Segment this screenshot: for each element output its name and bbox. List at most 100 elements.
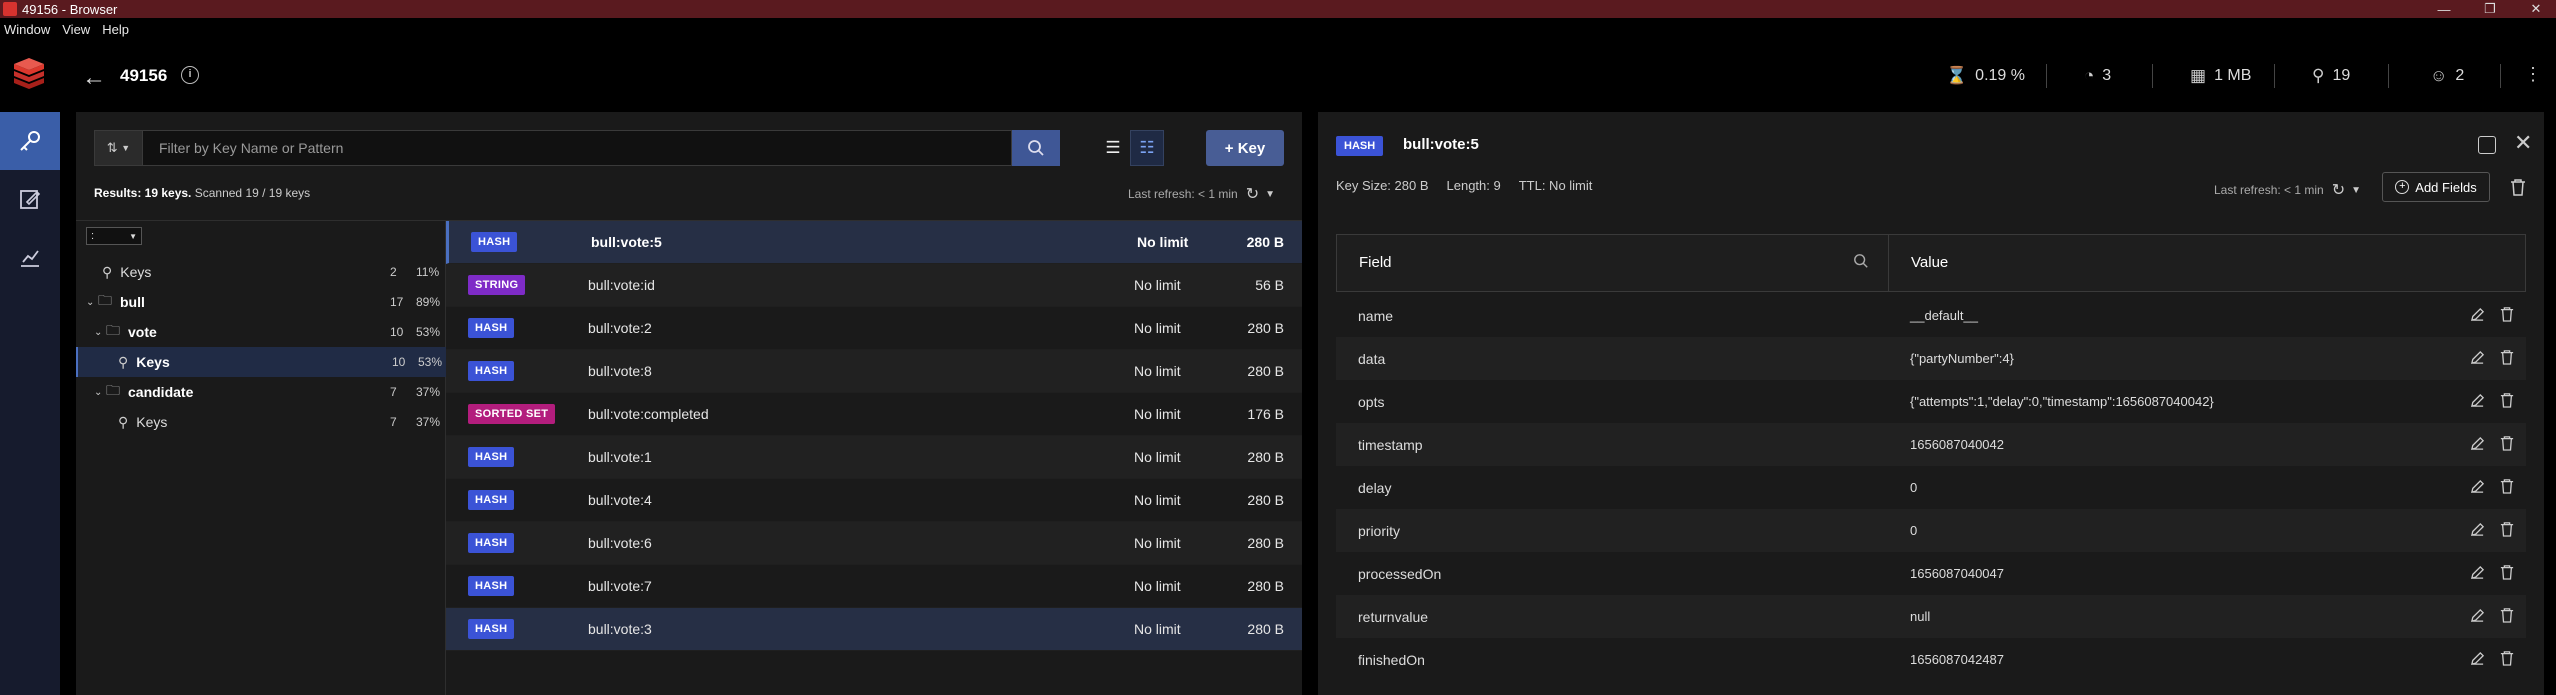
trash-icon[interactable] xyxy=(2500,349,2514,368)
key-meta: Key Size: 280 B Length: 9 TTL: No limit xyxy=(1336,178,1592,193)
key-row[interactable]: SORTED SET bull:vote:completed No limit 176… xyxy=(446,393,1302,436)
tree-item-keys[interactable]: ⚲ Keys 2 11% xyxy=(76,257,446,287)
tree-folder-vote[interactable]: ⌄ 🗀 vote 10 53% xyxy=(76,317,446,347)
folder-icon: 🗀 xyxy=(98,292,112,308)
browser-nav-button[interactable] xyxy=(0,112,60,170)
edit-icon[interactable] xyxy=(2470,479,2485,497)
chevron-down-icon: ⌄ xyxy=(94,386,103,398)
more-options-icon[interactable]: ⋮ xyxy=(2524,64,2542,85)
divider xyxy=(2388,64,2389,88)
edit-icon[interactable] xyxy=(2470,522,2485,540)
minimize-button[interactable]: — xyxy=(2424,0,2464,18)
key-name: bull:vote:7 xyxy=(588,578,652,594)
edit-icon[interactable] xyxy=(2470,608,2485,626)
fullscreen-icon[interactable] xyxy=(2478,136,2496,154)
key-row[interactable]: HASH bull:vote:8 No limit 280 B xyxy=(446,350,1302,393)
key-row[interactable]: HASH bull:vote:5 No limit 280 B xyxy=(446,221,1302,264)
edit-icon[interactable] xyxy=(2470,436,2485,454)
trash-icon[interactable] xyxy=(2500,392,2514,411)
refresh-icon[interactable]: ↻ xyxy=(1246,184,1259,204)
edit-icon[interactable] xyxy=(2470,651,2485,669)
key-row[interactable]: HASH bull:vote:4 No limit 280 B xyxy=(446,479,1302,522)
maximize-button[interactable]: ❐ xyxy=(2470,0,2510,18)
tree-item-candidate-keys[interactable]: ⚲ Keys 7 37% xyxy=(76,407,446,437)
key-ttl: No limit xyxy=(1134,277,1181,293)
key-size: 176 B xyxy=(1247,406,1284,422)
tree-label: Keys xyxy=(136,354,170,370)
last-refresh-text: Last refresh: < 1 min xyxy=(2214,183,2324,197)
refresh-icon[interactable]: ↻ xyxy=(2332,180,2345,200)
tree-folder-candidate[interactable]: ⌄ 🗀 candidate 7 37% xyxy=(76,377,446,407)
ops-stat: ◔ 3 xyxy=(2084,66,2112,85)
field-name: data xyxy=(1358,350,1386,367)
workbench-nav-button[interactable] xyxy=(0,170,60,228)
add-fields-button[interactable]: + Add Fields xyxy=(2382,172,2490,202)
key-row[interactable]: STRING bull:vote:id No limit 56 B xyxy=(446,264,1302,307)
trash-icon[interactable] xyxy=(2500,564,2514,583)
info-icon[interactable]: i xyxy=(181,66,199,84)
side-navigation xyxy=(0,112,60,695)
chevron-down-icon: ▼ xyxy=(129,231,137,241)
tree-item-vote-keys[interactable]: ⚲ Keys 10 53% xyxy=(76,347,446,377)
search-button[interactable] xyxy=(1012,130,1060,166)
value-column-header: Value xyxy=(1911,254,1949,271)
add-key-button[interactable]: + Key xyxy=(1206,130,1284,166)
tree-percent: 53% xyxy=(418,355,443,369)
tree-view-button[interactable]: ☷ xyxy=(1130,130,1164,166)
key-ttl[interactable]: TTL: No limit xyxy=(1519,178,1593,193)
field-value: 1656087040042 xyxy=(1910,437,2004,452)
analysis-nav-button[interactable] xyxy=(0,228,60,286)
trash-icon[interactable] xyxy=(2500,607,2514,626)
trash-icon[interactable] xyxy=(2500,306,2514,325)
trash-icon[interactable] xyxy=(2500,521,2514,540)
key-type-badge: HASH xyxy=(1336,136,1384,156)
key-ttl: No limit xyxy=(1134,578,1181,594)
trash-icon[interactable] xyxy=(2500,478,2514,497)
search-icon[interactable] xyxy=(1853,253,1869,272)
edit-icon[interactable] xyxy=(2470,393,2485,411)
field-name: timestamp xyxy=(1358,436,1423,453)
redis-logo-icon[interactable] xyxy=(10,56,48,94)
key-name[interactable]: bull:vote:5 xyxy=(1403,136,1479,153)
delete-key-icon[interactable] xyxy=(2510,178,2526,199)
menu-help[interactable]: Help xyxy=(102,22,129,37)
tree-folder-bull[interactable]: ⌄ 🗀 bull 17 89% xyxy=(76,287,446,317)
delimiter-select[interactable]: : ▼ xyxy=(86,227,142,245)
edit-icon[interactable] xyxy=(2470,565,2485,583)
search-input[interactable] xyxy=(142,130,1012,166)
key-type-badge: HASH xyxy=(468,318,515,338)
key-row[interactable]: HASH bull:vote:3 No limit 280 B xyxy=(446,608,1302,651)
edit-icon[interactable] xyxy=(2470,350,2485,368)
key-ttl: No limit xyxy=(1134,406,1181,422)
field-row: data {"partyNumber":4} xyxy=(1336,337,2526,380)
field-name: returnvalue xyxy=(1358,608,1429,625)
menu-view[interactable]: View xyxy=(62,22,90,37)
tree-label: vote xyxy=(128,324,157,340)
menu-window[interactable]: Window xyxy=(4,22,50,37)
key-row[interactable]: HASH bull:vote:2 No limit 280 B xyxy=(446,307,1302,350)
back-arrow-icon[interactable]: ← xyxy=(82,64,106,92)
key-icon: ⚲ xyxy=(118,353,129,370)
key-type-filter-button[interactable]: ⇅ ▼ xyxy=(94,130,142,166)
trash-icon[interactable] xyxy=(2500,650,2514,669)
chevron-down-icon[interactable]: ▼ xyxy=(1265,189,1275,200)
close-window-button[interactable]: ✕ xyxy=(2516,0,2556,18)
key-row[interactable]: HASH bull:vote:6 No limit 280 B xyxy=(446,522,1302,565)
menu-bar: Window View Help xyxy=(0,18,2556,40)
close-icon[interactable]: ✕ xyxy=(2514,130,2532,156)
edit-icon[interactable] xyxy=(2470,307,2485,325)
key-type-badge: HASH xyxy=(468,533,515,553)
field-row: name __default__ xyxy=(1336,294,2526,337)
list-view-button[interactable]: ☰ xyxy=(1096,130,1130,166)
tree-count: 10 xyxy=(392,355,406,369)
tree-count: 17 xyxy=(390,295,404,309)
key-type-badge: HASH xyxy=(468,361,515,381)
key-row[interactable]: HASH bull:vote:1 No limit 280 B xyxy=(446,436,1302,479)
chevron-down-icon: ⌄ xyxy=(94,326,103,338)
key-size: Key Size: 280 B xyxy=(1336,178,1429,193)
chevron-down-icon[interactable]: ▼ xyxy=(2351,185,2361,196)
key-size: 280 B xyxy=(1247,492,1284,508)
key-list: HASH bull:vote:5 No limit 280 B STRING bull:v… xyxy=(446,220,1302,695)
key-row[interactable]: HASH bull:vote:7 No limit 280 B xyxy=(446,565,1302,608)
trash-icon[interactable] xyxy=(2500,435,2514,454)
